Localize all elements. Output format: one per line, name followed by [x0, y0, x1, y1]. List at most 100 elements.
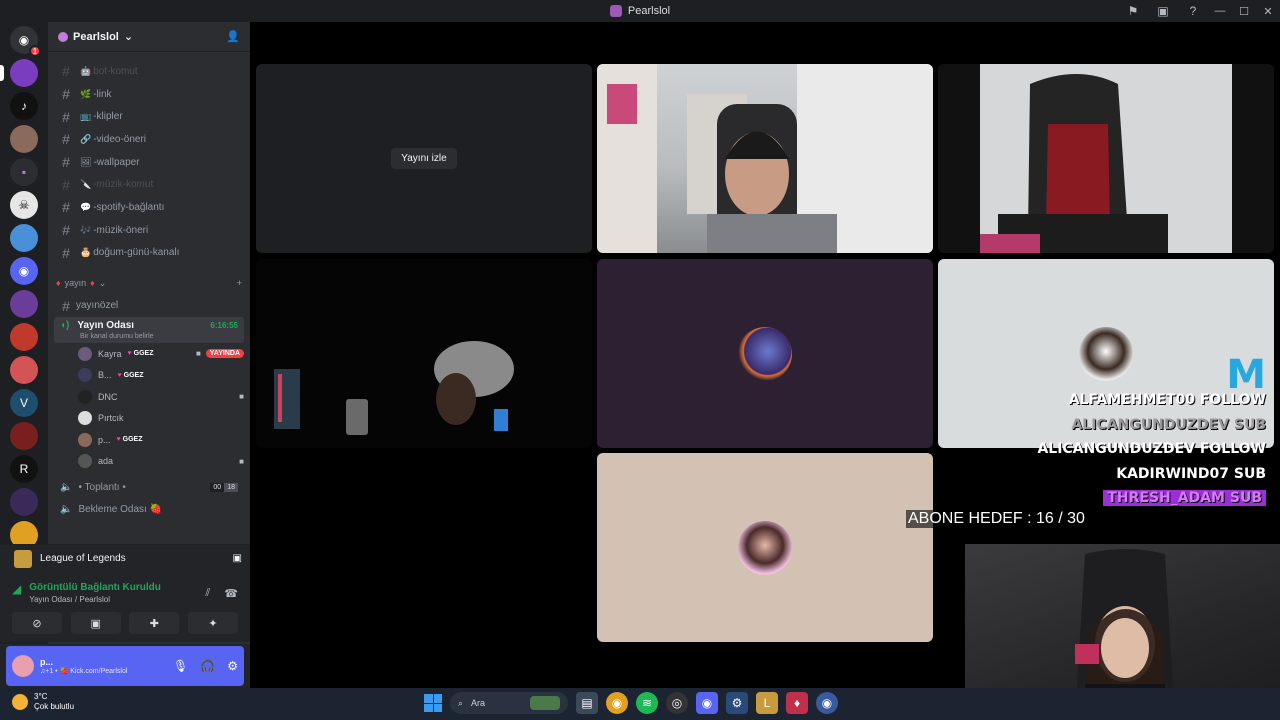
direct-messages-icon[interactable]: ◉ 1: [10, 26, 41, 57]
start-icon[interactable]: [424, 694, 442, 712]
chevron-down-icon: ⌄: [98, 277, 107, 288]
file-explorer-icon[interactable]: ▤: [576, 692, 598, 714]
member-name: B...: [98, 370, 112, 381]
league-icon[interactable]: L: [756, 692, 778, 714]
microphone-icon[interactable]: 🎙: [173, 659, 188, 673]
headphones-icon[interactable]: 🎧: [200, 659, 215, 673]
video-tile-avatar[interactable]: [597, 453, 933, 642]
steam-icon[interactable]: ⚙: [726, 692, 748, 714]
close-button[interactable]: ✕: [1256, 0, 1280, 22]
server-icon[interactable]: [10, 488, 38, 516]
server-icon[interactable]: [10, 224, 38, 252]
channel-emoji: 🔗: [80, 133, 92, 144]
noise-suppression-icon[interactable]: ⫽: [205, 587, 210, 600]
channel-dogum-gunu-kanali[interactable]: # 🎂 doğum-günü-kanalı: [54, 242, 244, 265]
add-channel-icon[interactable]: +: [237, 278, 242, 288]
video-tile-webcam[interactable]: [597, 64, 933, 253]
channel-status[interactable]: Bir kanal durumu belirle: [60, 333, 238, 340]
speaker-icon: 🔈: [60, 481, 73, 493]
minimize-button[interactable]: —: [1208, 0, 1232, 22]
window-title: Pearlslol: [609, 5, 671, 17]
channel-spotify-baglanti[interactable]: # 💬 -spotify-bağlantı: [54, 196, 244, 219]
search-input[interactable]: ⌕ Ara: [450, 692, 568, 714]
voice-member[interactable]: Kayra ♥ GGEZ ■ YAYINDA: [48, 343, 250, 365]
discord-icon[interactable]: ◉: [10, 257, 38, 285]
server-icon-pearlslol[interactable]: [0, 59, 38, 87]
hash-icon: #: [62, 222, 70, 239]
channel-klipler[interactable]: # 📺 -klipler: [54, 105, 244, 128]
voice-channel-yayin-odasi[interactable]: ◖) Yayın Odası 6:16:55 Bir kanal durumu b…: [54, 316, 244, 343]
server-icon[interactable]: [10, 422, 38, 450]
voice-channel-toplanti[interactable]: 🔈 • Toplantı • 00 18: [48, 476, 250, 499]
browser-icon[interactable]: ◉: [816, 692, 838, 714]
window-title-text: Pearlslol: [627, 5, 671, 17]
member-tag: ♥ GGEZ: [117, 436, 143, 443]
folder-icon[interactable]: ▪: [10, 158, 38, 186]
server-icon-tiktok[interactable]: ♪: [10, 92, 38, 120]
soundboard-button[interactable]: ✦: [187, 612, 238, 634]
server-icon[interactable]: [10, 290, 38, 318]
activities-button[interactable]: ✚: [129, 612, 180, 634]
channel-yayinozel[interactable]: # yayınözel: [54, 294, 244, 317]
activity-panel[interactable]: League of Legends ▣: [0, 544, 250, 572]
discord-icon[interactable]: ◉: [696, 692, 718, 714]
server-icon[interactable]: [10, 125, 38, 153]
stream-tile[interactable]: Yayını izle: [256, 64, 592, 253]
hash-icon: #: [62, 176, 70, 193]
feed-item-highlight: THRESH_ADAM SUB: [1103, 490, 1266, 506]
voice-member[interactable]: DNC ■: [48, 386, 250, 408]
obs-icon[interactable]: ◎: [666, 692, 688, 714]
watch-stream-button[interactable]: Yayını izle: [391, 148, 457, 169]
camera-off-button[interactable]: ⊘: [12, 612, 62, 634]
disconnect-icon[interactable]: ☎: [224, 587, 238, 600]
server-icon-valorant[interactable]: V: [10, 389, 38, 417]
channel-link[interactable]: # 🌿 -link: [54, 83, 244, 106]
guild-header[interactable]: Pearlslol ⌄ 👤: [48, 22, 250, 52]
chevron-down-icon: ⌄: [123, 31, 134, 43]
video-tile-room[interactable]: [256, 259, 592, 448]
screen-share-icon[interactable]: ▣: [1148, 0, 1178, 22]
user-info[interactable]: p... ♫+1 • 🍓 Kick.com/Pearlslol: [12, 655, 127, 677]
channel-muzik-oneri[interactable]: # 🎶 -müzik-öneri: [54, 219, 244, 242]
video-tile-avatar[interactable]: [597, 259, 933, 448]
gear-icon[interactable]: ⚙: [227, 659, 238, 673]
chair-scene: [938, 64, 1274, 253]
category-yayin[interactable]: ♦ yayın ♦ ⌄ +: [48, 272, 250, 294]
channel-bot-komut[interactable]: # 🤖 bot-komut: [54, 60, 244, 83]
valorant-icon[interactable]: ♦: [786, 692, 808, 714]
maximize-button[interactable]: ☐: [1232, 0, 1256, 22]
channel-muzik-komut[interactable]: # 🔪 -müzik-komut: [54, 173, 244, 196]
feed-item: ALFAMEHMET00 FOLLOW: [1068, 392, 1266, 408]
voice-member[interactable]: Pırtcık: [48, 407, 250, 429]
invite-icon[interactable]: 👤: [226, 30, 240, 43]
inbox-icon[interactable]: ⚑: [1118, 0, 1148, 22]
server-icon[interactable]: [10, 323, 38, 351]
stream-icon[interactable]: ▣: [233, 553, 242, 564]
channel-wallpaper[interactable]: # 🖼 -wallpaper: [54, 151, 244, 174]
spotify-icon[interactable]: ≋: [636, 692, 658, 714]
server-icon-r[interactable]: R: [10, 455, 38, 483]
signal-icon[interactable]: ◢: [12, 582, 21, 596]
voice-member[interactable]: p... ♥ GGEZ: [48, 429, 250, 451]
help-icon[interactable]: ?: [1178, 0, 1208, 22]
subscriber-goal: ABONE HEDEF : 16 / 30: [906, 510, 1087, 528]
voice-member[interactable]: B... ♥ GGEZ: [48, 364, 250, 386]
voice-channel-name: • Toplantı •: [78, 481, 126, 493]
camera-icon: ■: [239, 392, 244, 402]
avatar: [738, 520, 792, 575]
chrome-icon[interactable]: ◉: [606, 692, 628, 714]
screen-share-button[interactable]: ▣: [70, 612, 121, 634]
channel-name: -video-öneri: [93, 133, 147, 145]
server-icon[interactable]: ☠: [10, 191, 38, 219]
weather-widget[interactable]: 3°C Çok bulutlu: [12, 692, 74, 712]
voice-channel-bekleme[interactable]: 🔈 Bekleme Odası 🍓: [48, 498, 250, 521]
connection-location[interactable]: Yayın Odası / Pearlslol: [29, 595, 161, 604]
voice-member[interactable]: ada ■: [48, 450, 250, 472]
search-icon: ⌕: [458, 697, 464, 708]
member-tag: ♥ GGEZ: [128, 350, 154, 357]
server-icon[interactable]: [10, 356, 38, 384]
video-tile-chair[interactable]: [938, 64, 1274, 253]
live-badge: YAYINDA: [205, 349, 244, 359]
avatar: [78, 432, 92, 447]
channel-video-oneri[interactable]: # 🔗 -video-öneri: [54, 128, 244, 151]
